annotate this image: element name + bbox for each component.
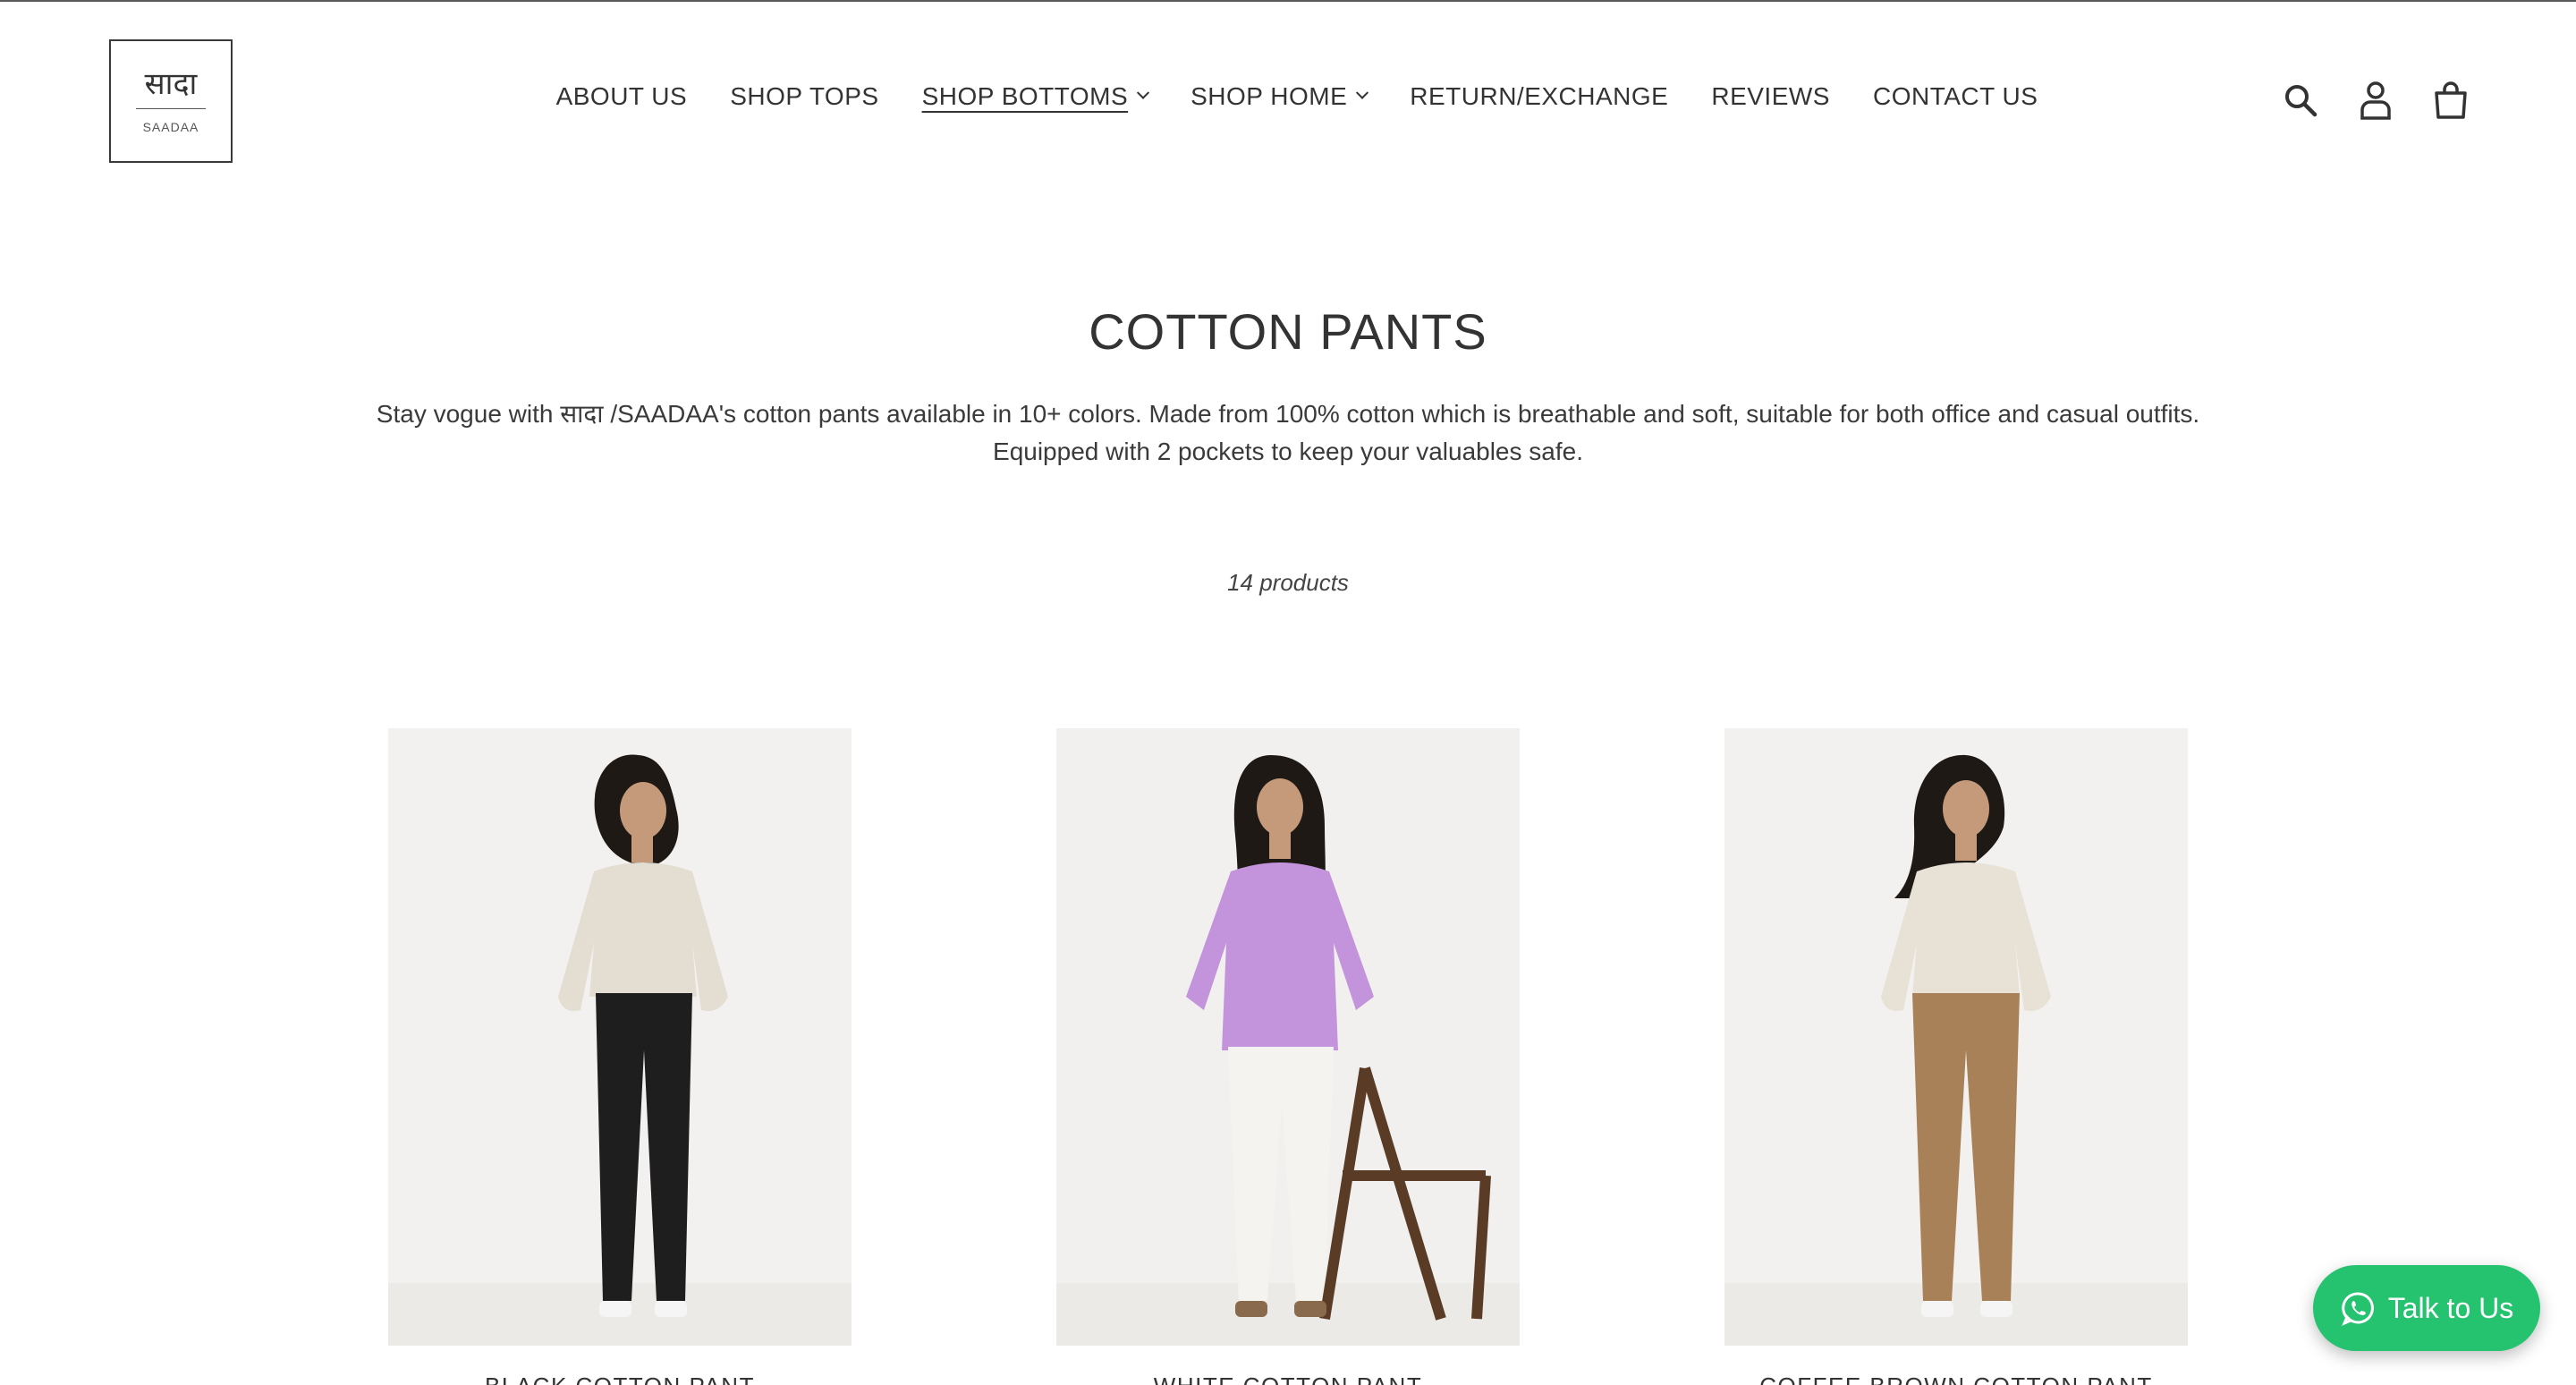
model-figure <box>388 728 852 1346</box>
page: सादा SAADAA ABOUT US SHOP TOPS SHOP BOTT… <box>0 0 2576 1385</box>
nav-label: SHOP TOPS <box>730 82 879 110</box>
chevron-down-icon <box>1137 86 1150 99</box>
nav-shop-tops[interactable]: SHOP TOPS <box>730 82 878 111</box>
whatsapp-icon <box>2341 1292 2374 1326</box>
nav-contact-us[interactable]: CONTACT US <box>1873 82 2038 111</box>
nav-label: CONTACT US <box>1872 82 2038 110</box>
search-icon[interactable] <box>2283 81 2318 120</box>
account-icon[interactable] <box>2358 81 2394 120</box>
product-title[interactable]: COFFEE BROWN COTTON PANT <box>1724 1372 2188 1385</box>
nav-reviews[interactable]: REVIEWS <box>1711 82 1830 111</box>
nav-return-exchange[interactable]: RETURN/EXCHANGE <box>1410 82 1668 111</box>
product-count: 14 products <box>1227 569 1349 596</box>
product-card[interactable]: COFFEE BROWN COTTON PANT <box>1724 728 2188 1385</box>
talk-to-us-label: Talk to Us <box>2387 1291 2514 1324</box>
main-nav: ABOUT US SHOP TOPS SHOP BOTTOMS SHOP HOM… <box>0 82 2576 111</box>
collection-description: Stay vogue with सादा /SAADAA's cotton pa… <box>268 395 2308 471</box>
nav-label: SHOP HOME <box>1191 82 1348 110</box>
product-title[interactable]: BLACK COTTON PANT <box>388 1372 852 1385</box>
description-line-2: Equipped with 2 pockets to keep your val… <box>993 438 1583 465</box>
product-grid: BLACK COTTON PANT <box>388 728 2188 1385</box>
nav-label: RETURN/EXCHANGE <box>1410 82 1669 110</box>
nav-label: ABOUT US <box>555 82 688 110</box>
cart-icon[interactable] <box>2433 81 2469 120</box>
product-title[interactable]: WHITE COTTON PANT <box>1056 1372 1520 1385</box>
talk-to-us-button[interactable]: Talk to Us <box>2313 1265 2540 1351</box>
chevron-down-icon <box>1356 86 1369 99</box>
nav-label: REVIEWS <box>1711 82 1830 110</box>
model-figure <box>1056 728 1520 1346</box>
nav-shop-home[interactable]: SHOP HOME <box>1191 82 1369 111</box>
product-image[interactable] <box>1056 728 1520 1346</box>
nav-about-us[interactable]: ABOUT US <box>556 82 688 111</box>
nav-label: SHOP BOTTOMS <box>921 82 1129 110</box>
nav-shop-bottoms[interactable]: SHOP BOTTOMS <box>921 82 1150 111</box>
logo-latin-text: SAADAA <box>142 119 199 134</box>
model-figure <box>1724 728 2188 1346</box>
page-title: COTTON PANTS <box>1089 303 1487 360</box>
product-image[interactable] <box>388 728 852 1346</box>
description-line-1: Stay vogue with सादा /SAADAA's cotton pa… <box>376 400 2200 428</box>
product-card[interactable]: WHITE COTTON PANT <box>1056 728 1520 1385</box>
header-actions <box>2283 81 2469 120</box>
product-image[interactable] <box>1724 728 2188 1346</box>
product-card[interactable]: BLACK COTTON PANT <box>388 728 852 1385</box>
